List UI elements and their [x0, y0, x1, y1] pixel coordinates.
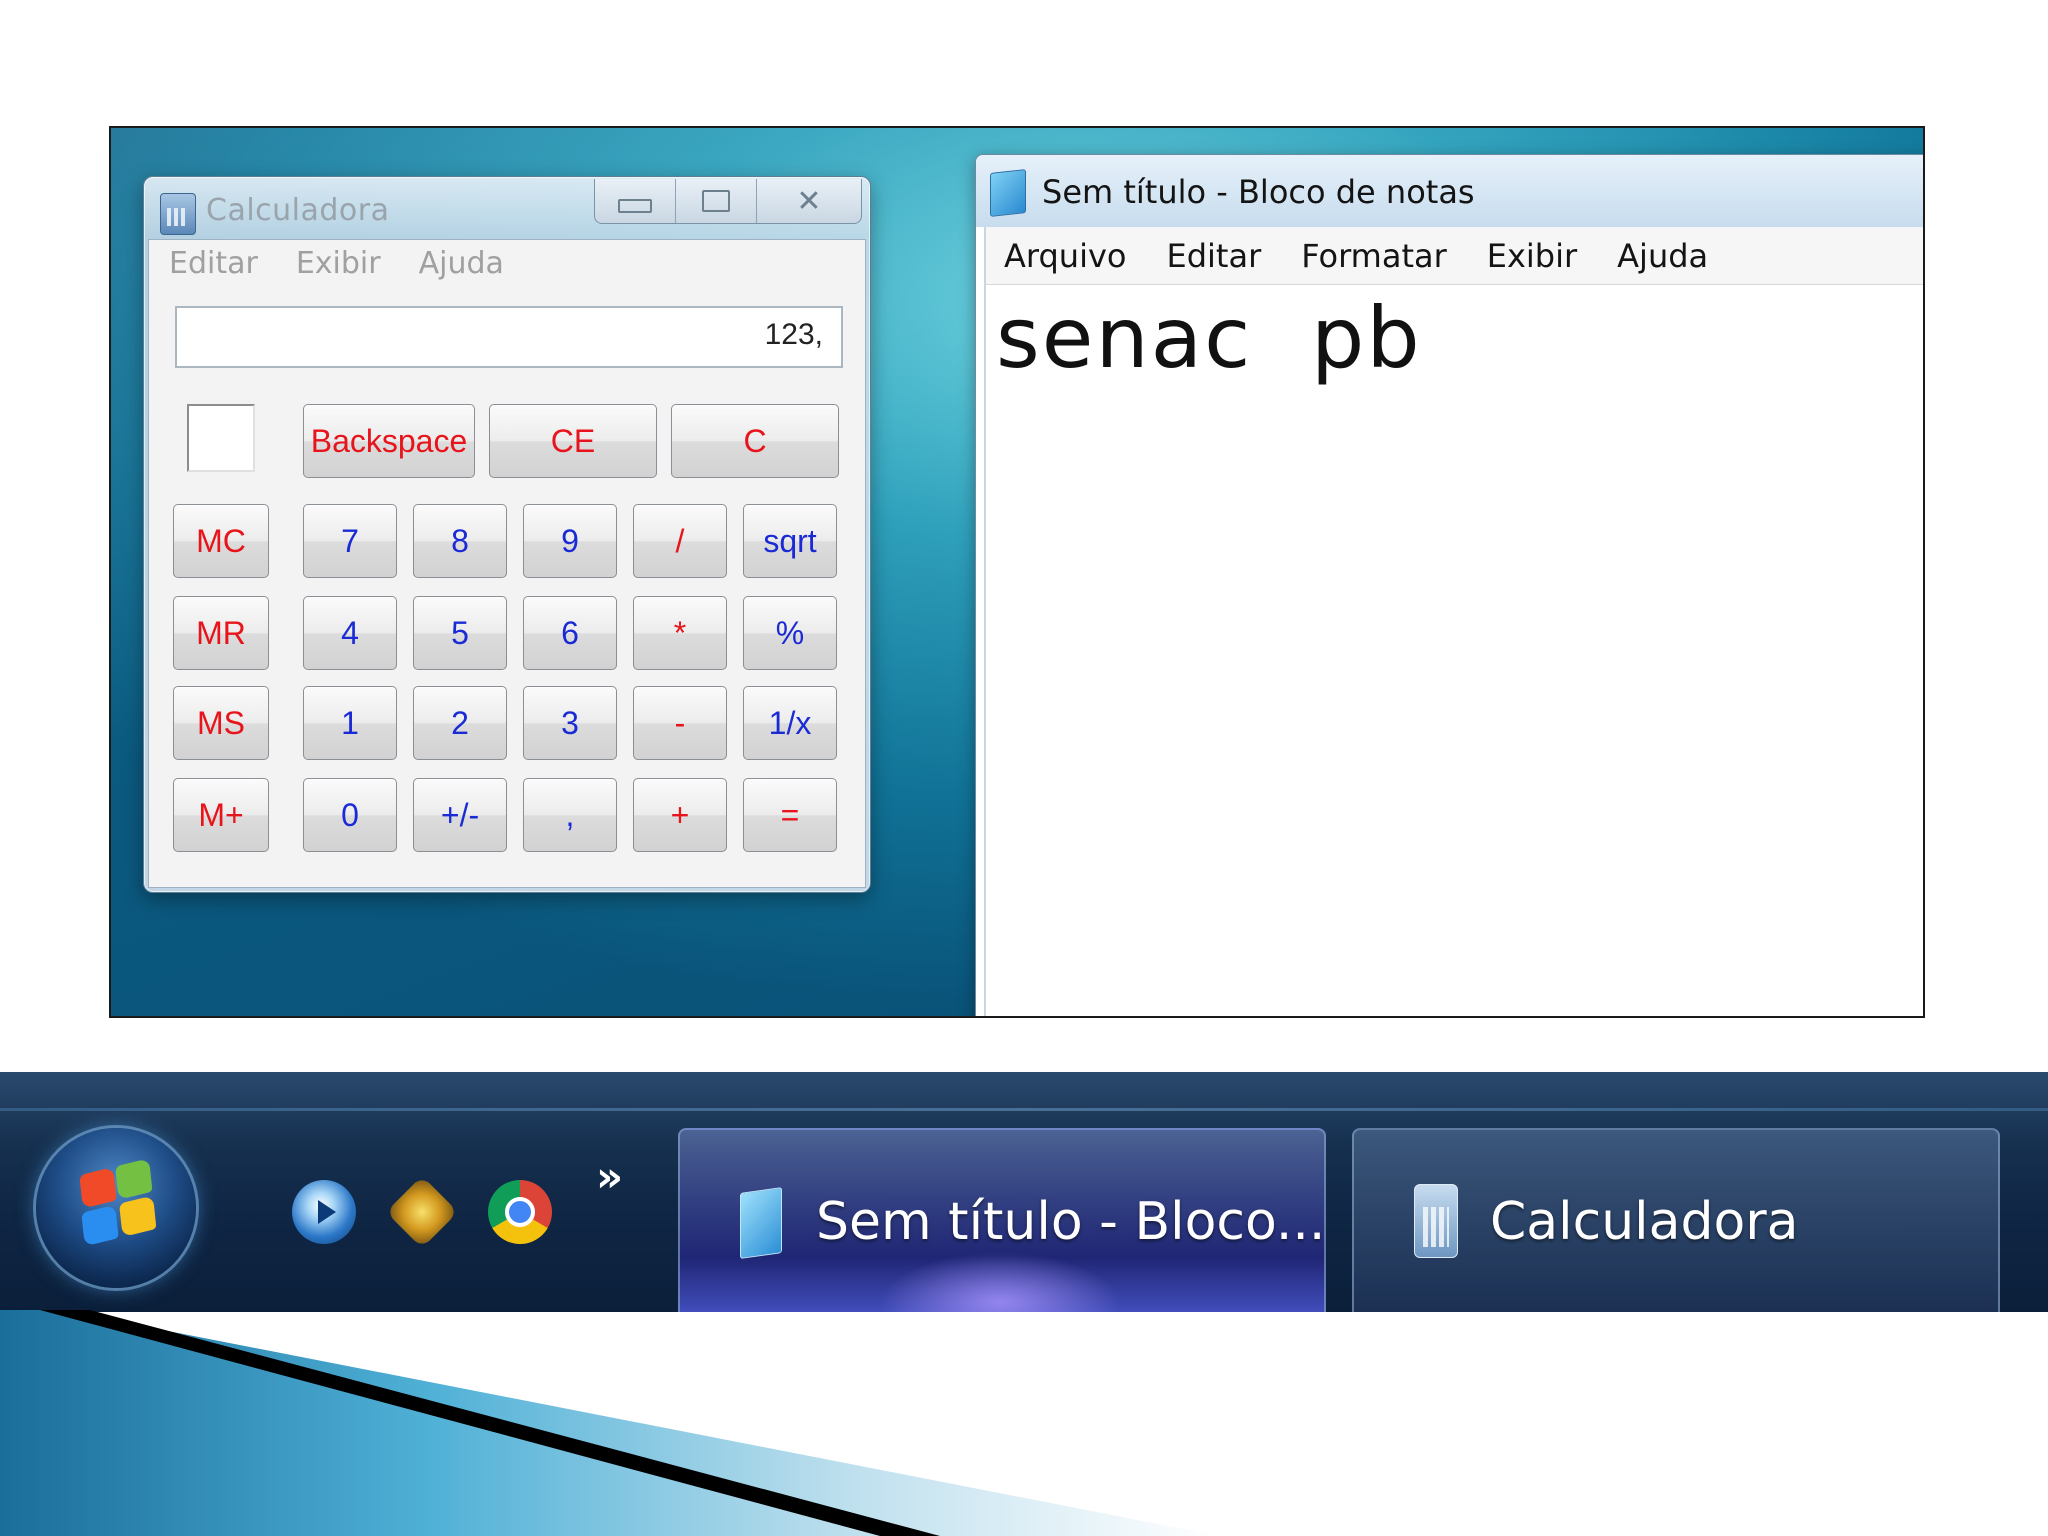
- reciprocal-button[interactable]: 1/x: [743, 686, 837, 760]
- ms-button[interactable]: MS: [173, 686, 269, 760]
- digit-8-button[interactable]: 8: [413, 504, 507, 578]
- calculator-menubar: Editar Exibir Ajuda: [169, 246, 504, 281]
- chrome-icon[interactable]: [488, 1180, 552, 1244]
- taskbar-highlight: [0, 1108, 2048, 1111]
- digit-7-button[interactable]: 7: [303, 504, 397, 578]
- menu-editar[interactable]: Editar: [169, 246, 258, 281]
- windows-logo-blue: [81, 1204, 119, 1247]
- digit-5-button[interactable]: 5: [413, 596, 507, 670]
- close-button[interactable]: ✕: [757, 179, 861, 223]
- mplus-button[interactable]: M+: [173, 778, 269, 852]
- digit-0-button[interactable]: 0: [303, 778, 397, 852]
- winamp-icon[interactable]: [385, 1175, 459, 1249]
- digit-4-button[interactable]: 4: [303, 596, 397, 670]
- menu-formatar[interactable]: Formatar: [1301, 237, 1447, 275]
- start-button[interactable]: [36, 1128, 196, 1288]
- menu-exibir[interactable]: Exibir: [296, 246, 381, 281]
- mc-button[interactable]: MC: [173, 504, 269, 578]
- taskbar-label-notepad: Sem título - Bloco...: [816, 1192, 1326, 1252]
- maximize-icon: [702, 190, 730, 212]
- sqrt-button[interactable]: sqrt: [743, 504, 837, 578]
- minimize-button[interactable]: [595, 179, 676, 223]
- minimize-icon: [618, 199, 652, 213]
- digit-9-button[interactable]: 9: [523, 504, 617, 578]
- backspace-button[interactable]: Backspace: [303, 404, 475, 478]
- taskbar-button-calculator[interactable]: Calculadora: [1352, 1128, 2000, 1312]
- maximize-button[interactable]: [676, 179, 757, 223]
- notepad-frame-left: [984, 227, 986, 1016]
- notepad-icon: [990, 169, 1026, 217]
- calculator-titlebar[interactable]: Calculadora ✕: [144, 177, 870, 239]
- menu-ajuda[interactable]: Ajuda: [1617, 237, 1708, 275]
- windows-logo-icon: [77, 1158, 158, 1249]
- add-button[interactable]: +: [633, 778, 727, 852]
- mr-button[interactable]: MR: [173, 596, 269, 670]
- windows-logo-red: [79, 1166, 117, 1209]
- divide-button[interactable]: /: [633, 504, 727, 578]
- taskbar: » Sem título - Bloco... Calculadora: [0, 1072, 2048, 1312]
- windows-media-player-icon[interactable]: [292, 1180, 356, 1244]
- notepad-titlebar[interactable]: Sem título - Bloco de notas: [976, 155, 1923, 227]
- ce-button[interactable]: CE: [489, 404, 657, 478]
- active-glow: [880, 1252, 1120, 1312]
- sign-button[interactable]: +/-: [413, 778, 507, 852]
- decimal-button[interactable]: ,: [523, 778, 617, 852]
- menu-arquivo[interactable]: Arquivo: [1004, 237, 1126, 275]
- display-value: 123,: [764, 318, 823, 351]
- menu-exibir[interactable]: Exibir: [1487, 237, 1577, 275]
- calculator-icon: [1414, 1184, 1458, 1258]
- multiply-button[interactable]: *: [633, 596, 727, 670]
- window-controls: ✕: [594, 179, 862, 224]
- calculator-title: Calculadora: [206, 193, 390, 228]
- percent-button[interactable]: %: [743, 596, 837, 670]
- menu-ajuda[interactable]: Ajuda: [419, 246, 504, 281]
- quick-launch-overflow-chevron-icon[interactable]: »: [596, 1152, 623, 1201]
- calculator-body: Editar Exibir Ajuda 123, Backspace CE C …: [148, 239, 866, 888]
- desktop-screenshot: Calculadora ✕ Editar Exibir Ajuda 123, B…: [109, 126, 1925, 1018]
- taskbar-button-notepad[interactable]: Sem título - Bloco...: [678, 1128, 1326, 1312]
- windows-logo-yellow: [119, 1195, 157, 1238]
- equals-button[interactable]: =: [743, 778, 837, 852]
- calculator-display: 123,: [175, 306, 843, 368]
- close-icon: ✕: [796, 183, 822, 219]
- notepad-text-area[interactable]: senac pb: [996, 289, 1422, 387]
- notepad-icon: [740, 1187, 782, 1259]
- digit-6-button[interactable]: 6: [523, 596, 617, 670]
- memory-indicator: [187, 404, 255, 472]
- digit-3-button[interactable]: 3: [523, 686, 617, 760]
- calculator-window[interactable]: Calculadora ✕ Editar Exibir Ajuda 123, B…: [143, 176, 871, 893]
- digit-1-button[interactable]: 1: [303, 686, 397, 760]
- c-button[interactable]: C: [671, 404, 839, 478]
- notepad-title: Sem título - Bloco de notas: [1042, 173, 1475, 211]
- notepad-window[interactable]: Sem título - Bloco de notas Arquivo Edit…: [975, 154, 1923, 1016]
- subtract-button[interactable]: -: [633, 686, 727, 760]
- calculator-icon: [160, 193, 196, 235]
- taskbar-label-calculator: Calculadora: [1490, 1192, 1799, 1252]
- slide-decoration-swoosh: [0, 1310, 1220, 1536]
- menu-editar[interactable]: Editar: [1166, 237, 1261, 275]
- windows-logo-green: [115, 1158, 153, 1200]
- notepad-menubar: Arquivo Editar Formatar Exibir Ajuda: [984, 227, 1923, 285]
- digit-2-button[interactable]: 2: [413, 686, 507, 760]
